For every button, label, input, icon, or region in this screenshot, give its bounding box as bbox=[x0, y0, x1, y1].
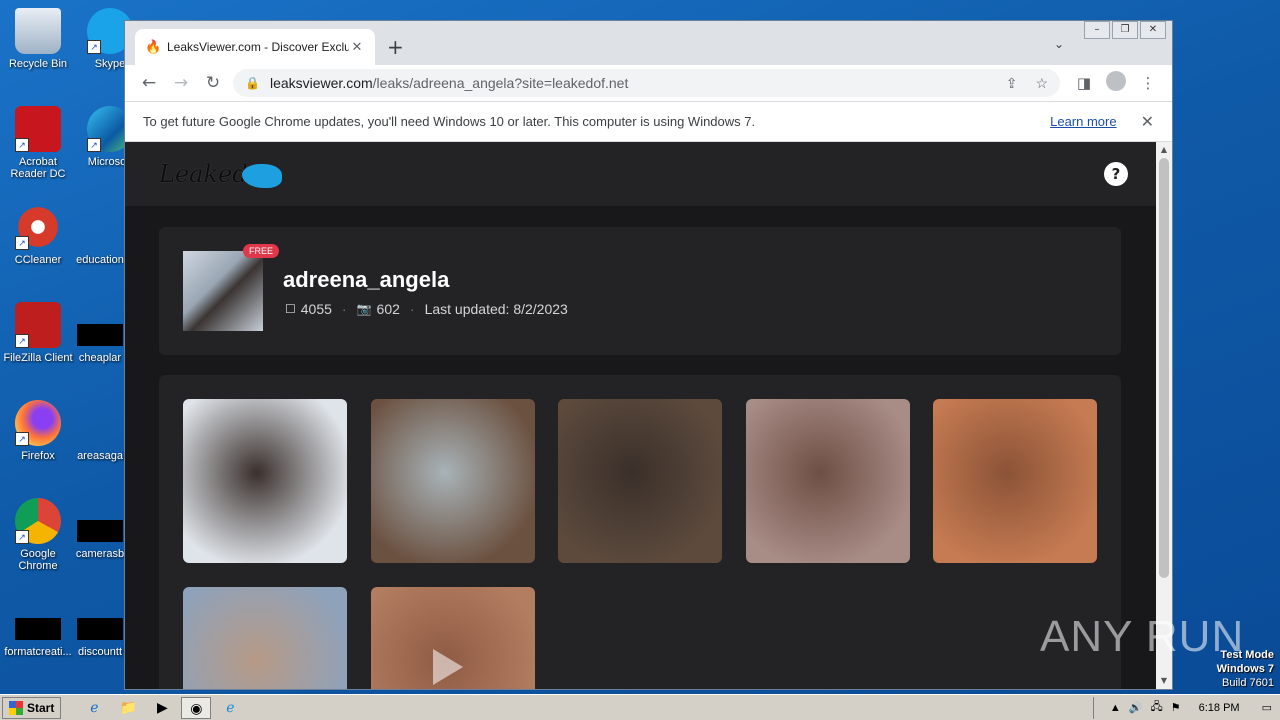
explorer-icon[interactable]: 📁 bbox=[113, 697, 143, 719]
avatar[interactable] bbox=[183, 251, 263, 331]
file-icon bbox=[77, 324, 123, 346]
reload-icon[interactable]: ↻ bbox=[197, 73, 229, 93]
profile-username: adreena_angela bbox=[283, 267, 450, 292]
desktop-icon-recycle-bin[interactable]: Recycle Bin bbox=[0, 8, 76, 70]
file-icon bbox=[15, 618, 61, 640]
anyrun-watermark: ANY RUN bbox=[1040, 612, 1245, 661]
network-icon[interactable]: 🖧 bbox=[1150, 698, 1162, 717]
taskbar: Start ℯ 📁 ▶ ◉ ℯ ▲ 🔊 🖧 ⚑ 6:18 PM ▭ bbox=[0, 694, 1280, 720]
profile-stats: ☐ 4055 · 📷 602 · Last updated: 8/2/2023 bbox=[285, 301, 568, 317]
browser-tab[interactable]: 🔥 LeaksViewer.com - Discover Exclusiv ✕ bbox=[135, 29, 375, 65]
last-updated: Last updated: 8/2/2023 bbox=[424, 301, 568, 317]
scroll-up-icon[interactable]: ▲ bbox=[1156, 142, 1172, 158]
window-controls: – ❐ ✕ bbox=[1082, 21, 1166, 39]
acrobat-icon: ↗ bbox=[15, 106, 61, 152]
minimize-icon[interactable]: – bbox=[1084, 21, 1110, 39]
update-infobar: To get future Google Chrome updates, you… bbox=[125, 101, 1172, 142]
file-icon bbox=[77, 618, 123, 640]
filezilla-icon: ↗ bbox=[15, 302, 61, 348]
chrome-taskbar-icon[interactable]: ◉ bbox=[181, 696, 212, 719]
chrome-window: 🔥 LeaksViewer.com - Discover Exclusiv ✕ … bbox=[124, 20, 1173, 690]
file-icon bbox=[77, 520, 123, 542]
new-tab-button[interactable]: + bbox=[387, 35, 404, 59]
chrome-icon: ↗ bbox=[15, 498, 61, 544]
edge-taskbar-icon[interactable]: ℯ bbox=[215, 697, 245, 719]
close-window-icon[interactable]: ✕ bbox=[1140, 21, 1166, 39]
action-center-flag-icon[interactable]: ⚑ bbox=[1171, 701, 1181, 714]
file-icon bbox=[77, 400, 123, 446]
menu-kebab-icon[interactable]: ⋮ bbox=[1132, 74, 1164, 92]
page-scrollbar[interactable]: ▲ ▼ bbox=[1156, 142, 1172, 689]
clock[interactable]: 6:18 PM bbox=[1199, 702, 1240, 714]
browser-toolbar: ← → ↻ 🔒 leaksviewer.com/leaks/adreena_an… bbox=[125, 65, 1172, 101]
flame-favicon-icon: 🔥 bbox=[145, 39, 162, 54]
gallery-thumbnail[interactable] bbox=[183, 587, 347, 689]
windows-flag-icon bbox=[9, 700, 23, 715]
logo-mark-icon bbox=[241, 163, 282, 188]
free-badge: FREE bbox=[243, 244, 280, 258]
gallery-thumbnail[interactable] bbox=[558, 399, 722, 563]
firefox-icon: ↗ bbox=[15, 400, 61, 446]
gallery-video-thumbnail[interactable] bbox=[371, 587, 535, 689]
scroll-down-icon[interactable]: ▼ bbox=[1156, 673, 1172, 689]
system-tray: ▲ 🔊 🖧 ⚑ 6:18 PM ▭ bbox=[1092, 696, 1280, 719]
photos-count: 602 bbox=[376, 301, 400, 317]
restore-icon[interactable]: ❐ bbox=[1112, 21, 1138, 39]
address-bar[interactable]: 🔒 leaksviewer.com/leaks/adreena_angela?s… bbox=[233, 69, 1060, 97]
tab-strip: 🔥 LeaksViewer.com - Discover Exclusiv ✕ … bbox=[125, 21, 1172, 65]
recycle-bin-icon bbox=[15, 8, 61, 54]
file-icon bbox=[77, 204, 123, 250]
learn-more-link[interactable]: Learn more bbox=[1050, 114, 1116, 129]
side-panel-icon[interactable]: ◨ bbox=[1068, 74, 1100, 92]
bookmark-star-icon[interactable]: ☆ bbox=[1035, 75, 1048, 92]
test-mode-label: Test Mode Windows 7 Build 7601 bbox=[1216, 649, 1274, 689]
play-icon bbox=[433, 649, 463, 685]
gallery-thumbnail[interactable] bbox=[746, 399, 910, 563]
help-icon[interactable]: ? bbox=[1104, 162, 1128, 186]
ccleaner-icon: ↗ bbox=[15, 204, 61, 250]
camera-icon: 📷 bbox=[356, 302, 372, 316]
back-icon[interactable]: ← bbox=[133, 73, 165, 93]
profile-icon[interactable] bbox=[1100, 71, 1132, 95]
page-viewport: Leaked ? FREE adreena_angela ☐ 4055 · 📷 … bbox=[125, 142, 1172, 689]
lock-icon[interactable]: 🔒 bbox=[245, 76, 260, 90]
desktop-icon-acrobat[interactable]: ↗ Acrobat Reader DC bbox=[0, 106, 76, 180]
gallery-thumbnail[interactable] bbox=[183, 399, 347, 563]
volume-icon[interactable]: 🔊 bbox=[1129, 701, 1143, 714]
tray-expand-icon[interactable]: ▲ bbox=[1110, 702, 1121, 714]
gallery-thumbnail[interactable] bbox=[933, 399, 1097, 563]
gallery-thumbnail[interactable] bbox=[371, 399, 535, 563]
posts-icon: ☐ bbox=[285, 302, 296, 316]
posts-count: 4055 bbox=[300, 301, 332, 317]
site-header: Leaked ? bbox=[125, 142, 1172, 206]
media-player-icon[interactable]: ▶ bbox=[147, 697, 177, 719]
scrollbar-thumb[interactable] bbox=[1159, 158, 1169, 578]
ie-icon[interactable]: ℯ bbox=[79, 697, 109, 719]
tab-search-icon[interactable]: ⌄ bbox=[1054, 37, 1064, 51]
start-button[interactable]: Start bbox=[2, 696, 62, 719]
show-desktop-icon[interactable]: ▭ bbox=[1262, 701, 1272, 714]
close-infobar-icon[interactable]: ✕ bbox=[1141, 112, 1154, 132]
media-gallery bbox=[159, 375, 1121, 689]
profile-card: FREE adreena_angela ☐ 4055 · 📷 602 · Las… bbox=[159, 227, 1121, 355]
site-logo[interactable]: Leaked bbox=[159, 160, 282, 188]
share-icon[interactable]: ⇪ bbox=[1006, 75, 1018, 92]
close-tab-icon[interactable]: ✕ bbox=[349, 39, 365, 55]
forward-icon[interactable]: → bbox=[165, 73, 197, 93]
